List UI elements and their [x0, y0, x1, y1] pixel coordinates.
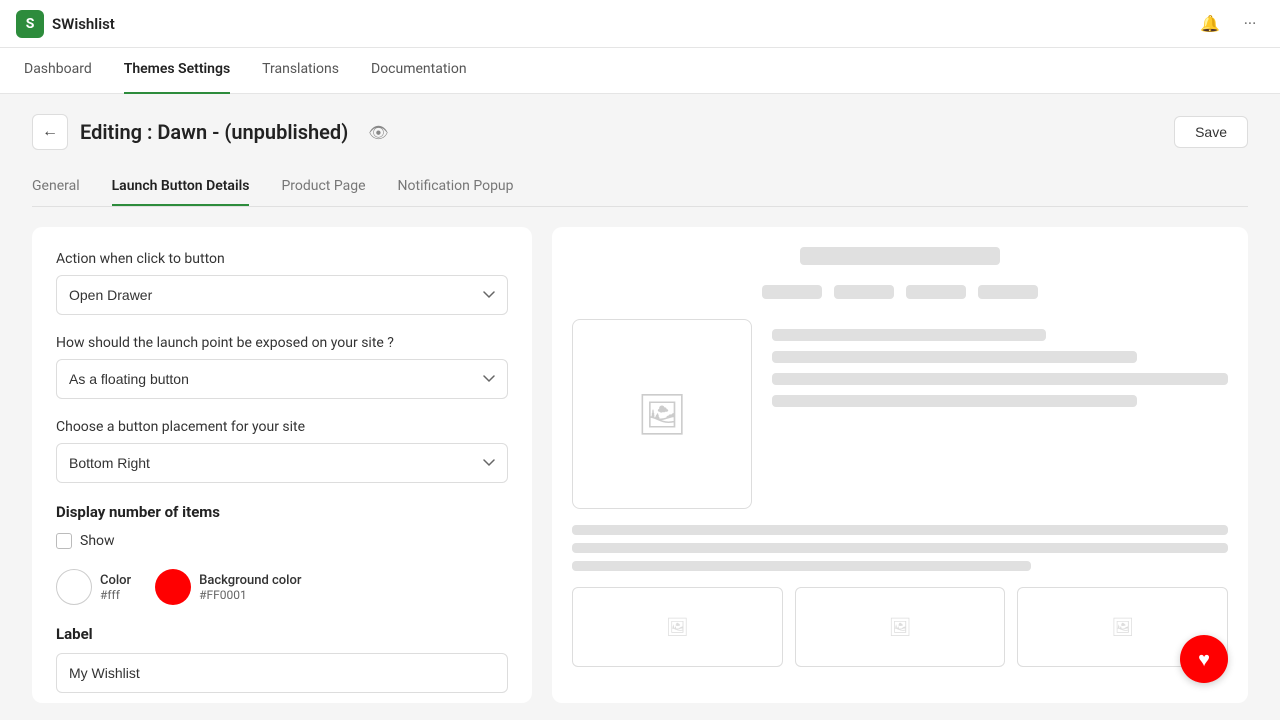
placement-label: Choose a button placement for your site	[56, 419, 508, 435]
nav-tab-themes-settings[interactable]: Themes Settings	[124, 48, 230, 94]
preview-area: 🖼	[552, 227, 1248, 703]
action-select-wrapper: Open Drawer Open Page Add to Wishlist	[56, 275, 508, 315]
color-value-fg: #fff	[100, 588, 131, 602]
page-title: Editing : Dawn - (unpublished)	[80, 120, 348, 144]
right-panel: 🖼	[552, 227, 1248, 703]
label-input[interactable]	[56, 653, 508, 693]
preview-top-bar	[800, 247, 1000, 265]
color-circle-fg[interactable]	[56, 569, 92, 605]
preview-text-lines	[772, 319, 1228, 509]
page-content: ← Editing : Dawn - (unpublished) 👁 Save …	[0, 94, 1280, 720]
topbar: S SWishlist 🔔 ···	[0, 0, 1280, 48]
preview-thumbnails: 🖼 🖼 🖼	[572, 587, 1228, 667]
topbar-right: 🔔 ···	[1196, 10, 1264, 38]
thumb-placeholder-icon: 🖼	[889, 617, 912, 638]
display-items-title: Display number of items	[56, 503, 508, 521]
action-label: Action when click to button	[56, 251, 508, 267]
tab-notification-popup[interactable]: Notification Popup	[398, 170, 514, 206]
show-checkbox-row: Show	[56, 533, 508, 549]
preview-desc-lines	[572, 525, 1228, 571]
expose-select[interactable]: As a floating button Inline Both	[56, 359, 508, 399]
preview-nav	[572, 285, 1228, 299]
tab-general[interactable]: General	[32, 170, 80, 206]
more-options-icon[interactable]: ···	[1236, 10, 1264, 38]
nav-tabs: Dashboard Themes Settings Translations D…	[0, 48, 1280, 94]
preview-main: 🖼	[572, 319, 1228, 509]
color-name-fg: Color	[100, 573, 131, 588]
expose-form-group: How should the launch point be exposed o…	[56, 335, 508, 399]
floating-wishlist-button[interactable]: ♥	[1180, 635, 1228, 683]
preview-line	[772, 351, 1137, 363]
color-circle-bg[interactable]	[155, 569, 191, 605]
color-name-bg: Background color	[199, 573, 301, 588]
color-info-fg: Color #fff	[100, 573, 131, 602]
image-placeholder-icon: 🖼	[637, 391, 688, 438]
action-select[interactable]: Open Drawer Open Page Add to Wishlist	[56, 275, 508, 315]
preview-desc-line	[572, 543, 1228, 553]
color-row: Color #fff Background color #FF0001	[56, 569, 508, 605]
preview-desc-line	[572, 561, 1031, 571]
save-button[interactable]: Save	[1174, 116, 1248, 148]
color-item-fg: Color #fff	[56, 569, 131, 605]
back-button[interactable]: ←	[32, 114, 68, 150]
color-item-bg: Background color #FF0001	[155, 569, 301, 605]
label-section: Label	[56, 625, 508, 693]
preview-nav-item	[762, 285, 822, 299]
label-section-title: Label	[56, 625, 508, 643]
app-logo: S	[16, 10, 44, 38]
thumb-placeholder-icon: 🖼	[1111, 617, 1134, 638]
preview-nav-item	[906, 285, 966, 299]
preview-thumb: 🖼	[572, 587, 783, 667]
tab-product-page[interactable]: Product Page	[281, 170, 365, 206]
left-panel: Action when click to button Open Drawer …	[32, 227, 532, 703]
eye-icon[interactable]: 👁	[368, 123, 388, 142]
action-form-group: Action when click to button Open Drawer …	[56, 251, 508, 315]
show-label: Show	[80, 533, 115, 549]
color-info-bg: Background color #FF0001	[199, 573, 301, 602]
preview-thumb: 🖼	[795, 587, 1006, 667]
main-layout: Action when click to button Open Drawer …	[32, 227, 1248, 703]
preview-line	[772, 395, 1137, 407]
nav-tab-dashboard[interactable]: Dashboard	[24, 48, 92, 94]
content-tabs: General Launch Button Details Product Pa…	[32, 170, 1248, 207]
app-title: SWishlist	[52, 15, 115, 33]
page-header-left: ← Editing : Dawn - (unpublished) 👁	[32, 114, 389, 150]
topbar-left: S SWishlist	[16, 10, 115, 38]
preview-nav-item	[978, 285, 1038, 299]
preview-image-box: 🖼	[572, 319, 752, 509]
tab-launch-button-details[interactable]: Launch Button Details	[112, 170, 250, 206]
page-header: ← Editing : Dawn - (unpublished) 👁 Save	[32, 114, 1248, 150]
nav-tab-documentation[interactable]: Documentation	[371, 48, 467, 94]
display-items-section: Display number of items Show	[56, 503, 508, 549]
heart-icon: ♥	[1198, 647, 1210, 672]
bell-icon[interactable]: 🔔	[1196, 10, 1224, 38]
preview-line	[772, 329, 1046, 341]
preview-line	[772, 373, 1228, 385]
color-value-bg: #FF0001	[199, 588, 301, 602]
thumb-placeholder-icon: 🖼	[666, 617, 689, 638]
nav-tab-translations[interactable]: Translations	[262, 48, 339, 94]
expose-label: How should the launch point be exposed o…	[56, 335, 508, 351]
placement-select[interactable]: Bottom Right Bottom Left Top Right Top L…	[56, 443, 508, 483]
placement-select-wrapper: Bottom Right Bottom Left Top Right Top L…	[56, 443, 508, 483]
preview-nav-item	[834, 285, 894, 299]
show-checkbox[interactable]	[56, 533, 72, 549]
expose-select-wrapper: As a floating button Inline Both	[56, 359, 508, 399]
placement-form-group: Choose a button placement for your site …	[56, 419, 508, 483]
preview-desc-line	[572, 525, 1228, 535]
